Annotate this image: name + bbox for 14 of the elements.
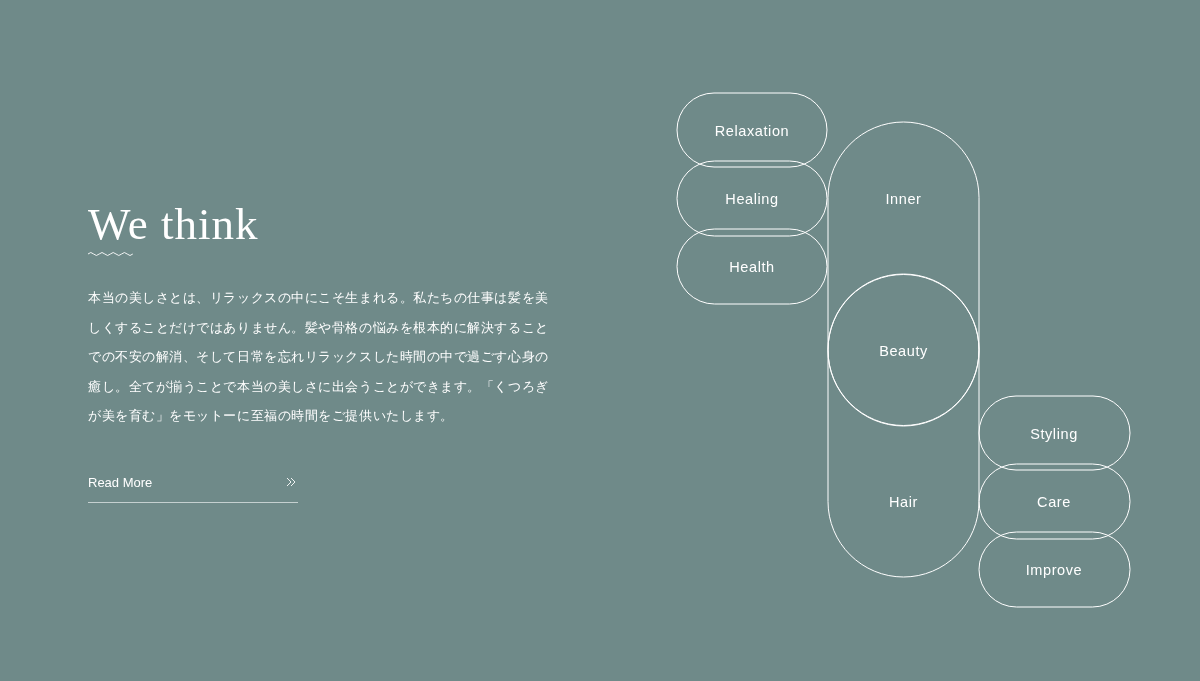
node-label: Beauty — [879, 343, 928, 359]
node-label: Care — [1037, 494, 1071, 510]
read-more-link[interactable]: Read More — [88, 474, 298, 503]
section-heading: We think — [88, 198, 260, 251]
node-label: Inner — [885, 191, 922, 207]
node-label: Health — [729, 259, 775, 275]
node-label: Styling — [1030, 426, 1078, 442]
wave-underline-icon — [88, 251, 133, 257]
node-label: Hair — [889, 494, 918, 510]
double-chevron-icon — [286, 477, 296, 488]
node-label: Healing — [725, 191, 779, 207]
node-label: Relaxation — [714, 123, 790, 139]
node-label: Improve — [1025, 562, 1083, 578]
body-paragraph: 本当の美しさとは、リラックスの中にこそ生まれる。私たちの仕事は髪を美しくすることだけではありません。髪や骨格の悩みを根本的に解決することでの不安の解消、そして日常を忘れリラックスした時間の中で過ごす心身の癒し。全てが揃うことで本当の美しさに出会うことができます。「くつろぎが美を育む」をモットーに至福の時間をご提供いたします。 — [88, 289, 550, 426]
